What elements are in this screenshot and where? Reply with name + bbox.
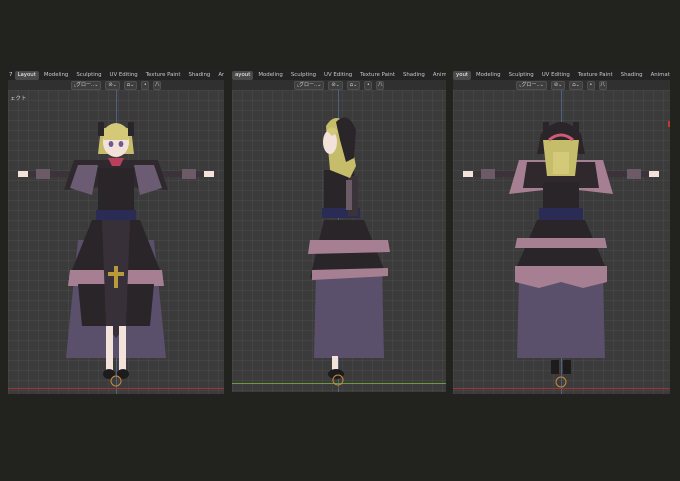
viewport-panel-side: ayout Modeling Sculpting UV Editing Text… [232, 70, 446, 392]
left-hand [18, 171, 28, 177]
skirt-ruffle-upper [515, 238, 607, 248]
underskirt [517, 280, 605, 358]
right-hand [204, 171, 214, 177]
character-side-view [308, 117, 390, 386]
shoe [328, 369, 344, 379]
bodice [98, 168, 134, 212]
cross-emblem [114, 266, 118, 288]
origin-marker [555, 376, 567, 388]
left-cuff [36, 169, 50, 179]
right-hand [649, 171, 659, 177]
right-hat-piece [128, 122, 134, 136]
waist-ribbon [96, 210, 136, 220]
right-shoe [117, 369, 129, 379]
viewport-panel-front: 7 Layout Modeling Sculpting UV Editing T… [8, 70, 224, 394]
leg [332, 356, 338, 370]
left-shoe [103, 369, 115, 379]
back-bow [539, 208, 583, 220]
left-hand [463, 171, 473, 177]
left-boot [551, 360, 559, 374]
right-leg [119, 326, 126, 370]
right-eye [118, 141, 124, 147]
left-hat-piece [98, 122, 104, 136]
character-back-view [463, 122, 659, 388]
origin-marker [110, 375, 122, 387]
left-leg [106, 326, 113, 370]
skirt-ruffle-upper [308, 240, 390, 254]
right-cuff [182, 169, 196, 179]
underskirt [314, 270, 384, 358]
character-front-view [18, 122, 214, 387]
left-eye [108, 141, 114, 147]
hair-bangs [102, 123, 130, 140]
right-boot [563, 360, 571, 374]
viewport-panel-back: yout Modeling Sculpting UV Editing Textu… [453, 70, 670, 394]
